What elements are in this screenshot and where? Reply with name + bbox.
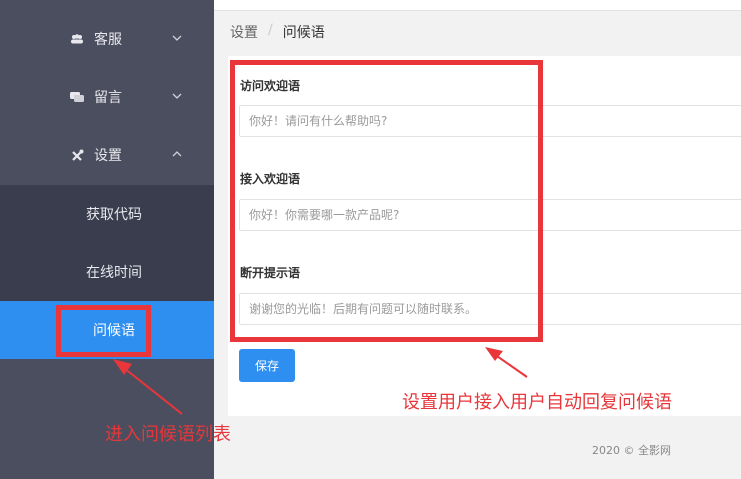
- breadcrumb-root[interactable]: 设置: [230, 22, 258, 42]
- annotation-note-right: 设置用户接入用户自动回复问候语: [402, 392, 672, 413]
- sidebar-item-label: 设置: [94, 148, 122, 164]
- chevron-down-icon: [172, 93, 182, 99]
- sidebar-item-settings[interactable]: 设置: [0, 126, 214, 184]
- top-header: [214, 0, 741, 11]
- annotation-form-highlight: [230, 60, 543, 342]
- sidebar-item-customer-service[interactable]: 客服: [0, 10, 214, 68]
- breadcrumb-separator: /: [268, 22, 273, 38]
- tools-icon: [70, 149, 84, 161]
- save-button[interactable]: 保存: [239, 349, 295, 382]
- annotation-menu-highlight: [56, 305, 151, 357]
- sidebar-item-label: 客服: [94, 32, 122, 48]
- submenu-item-label: 在线时间: [86, 265, 142, 281]
- users-icon: [70, 33, 84, 45]
- chevron-up-icon: [172, 151, 182, 157]
- sidebar-item-messages[interactable]: 留言: [0, 68, 214, 126]
- breadcrumb-current: 问候语: [282, 25, 325, 41]
- breadcrumb: 设置 / 问候语: [230, 22, 325, 42]
- comments-icon: [70, 91, 84, 103]
- sidebar-item-label: 留言: [94, 90, 122, 106]
- footer-copyright: 2020 © 全影网: [592, 444, 671, 457]
- submenu-item-label: 获取代码: [86, 207, 142, 223]
- sidebar: 客服 留言 设置 获取代码 在线时间 问候语: [0, 0, 214, 479]
- submenu-item-online-time[interactable]: 在线时间: [0, 243, 214, 301]
- chevron-down-icon: [172, 35, 182, 41]
- annotation-note-left: 进入问候语列表: [105, 424, 231, 445]
- submenu-item-get-code[interactable]: 获取代码: [0, 185, 214, 243]
